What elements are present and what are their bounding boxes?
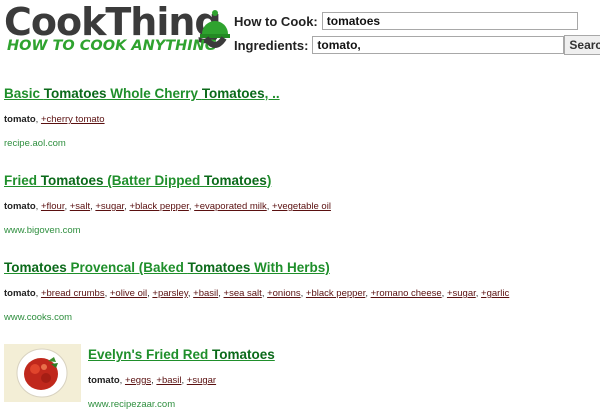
search-button[interactable]: Search bbox=[564, 35, 600, 55]
ingredient-list: tomato, +flour, +salt, +sugar, +black pe… bbox=[4, 201, 331, 212]
fried-tomato-plate-image bbox=[4, 344, 81, 402]
title-part: Basic bbox=[4, 86, 44, 101]
base-ingredient: tomato bbox=[4, 288, 36, 299]
ingredient-link[interactable]: +vegetable oil bbox=[272, 201, 331, 212]
title-keyword: Tomatoes bbox=[43, 86, 107, 101]
result-title-link[interactable]: Basic Tomatoes Whole Cherry Tomatoes, .. bbox=[4, 86, 594, 101]
result-item: Evelyn's Fried Red Tomatoes tomato, +egg… bbox=[88, 347, 600, 410]
source-domain: www.bigoven.com bbox=[4, 225, 81, 236]
ingredient-link[interactable]: +sugar bbox=[95, 201, 124, 212]
title-part: Fried bbox=[4, 173, 41, 188]
ingredient-link[interactable]: +basil bbox=[156, 375, 181, 386]
base-ingredient: tomato bbox=[4, 114, 36, 125]
ingredient-link[interactable]: +black pepper bbox=[306, 288, 365, 299]
ingredients-row: Ingredients: Search bbox=[234, 35, 600, 55]
base-ingredient: tomato bbox=[4, 201, 36, 212]
ingredient-link[interactable]: +sugar bbox=[447, 288, 476, 299]
ingredient-list: tomato, +eggs, +basil, +sugar bbox=[88, 375, 217, 386]
title-keyword: Tomatoes bbox=[204, 173, 267, 188]
ingredient-link[interactable]: +sugar bbox=[187, 375, 216, 386]
header: CookThing HOW TO COOK ANYTHING How to Co… bbox=[0, 0, 600, 60]
ingredient-link[interactable]: +cherry tomato bbox=[41, 114, 105, 125]
ingredient-link[interactable]: +evaporated milk bbox=[194, 201, 267, 212]
result-item: Fried Tomatoes (Batter Dipped Tomatoes) … bbox=[4, 173, 594, 236]
title-part: With Herbs) bbox=[250, 260, 330, 275]
ingredient-link[interactable]: +black pepper bbox=[129, 201, 188, 212]
ingredient-link[interactable]: +parsley bbox=[152, 288, 187, 299]
ingredient-link[interactable]: +bread crumbs bbox=[41, 288, 105, 299]
ingredient-link[interactable]: +eggs bbox=[125, 375, 151, 386]
title-part: Provencal (Baked bbox=[66, 260, 188, 275]
cloche-icon bbox=[200, 10, 230, 48]
title-part: ) bbox=[266, 173, 272, 188]
title-keyword: Tomatoes bbox=[212, 347, 275, 362]
title-keyword: Tomatoes bbox=[201, 86, 265, 101]
result-item: Tomatoes Provencal (Baked Tomatoes With … bbox=[4, 260, 594, 323]
how-to-cook-input[interactable] bbox=[321, 12, 578, 30]
ingredient-link[interactable]: +olive oil bbox=[110, 288, 147, 299]
ingredient-link[interactable]: +sea salt bbox=[224, 288, 262, 299]
result-title-link[interactable]: Tomatoes Provencal (Baked Tomatoes With … bbox=[4, 260, 594, 275]
ingredient-link[interactable]: +basil bbox=[193, 288, 218, 299]
ingredient-list: tomato, +bread crumbs, +olive oil, +pars… bbox=[4, 288, 510, 299]
how-to-cook-label: How to Cook: bbox=[234, 13, 318, 29]
ingredients-input[interactable] bbox=[312, 36, 565, 54]
title-part: Evelyn's Fried Red bbox=[88, 347, 213, 362]
ingredient-link[interactable]: +garlic bbox=[481, 288, 509, 299]
logo-tagline: HOW TO COOK ANYTHING bbox=[7, 38, 217, 54]
ingredients-label: Ingredients: bbox=[234, 37, 309, 53]
source-domain: www.cooks.com bbox=[4, 312, 73, 323]
source-domain: www.recipezaar.com bbox=[88, 399, 176, 410]
result-title-link[interactable]: Fried Tomatoes (Batter Dipped Tomatoes) bbox=[4, 173, 594, 188]
title-keyword: Tomatoes bbox=[4, 260, 67, 275]
ingredient-link[interactable]: +romano cheese bbox=[371, 288, 442, 299]
ingredient-list: tomato, +cherry tomato bbox=[4, 114, 105, 125]
title-keyword: Tomatoes bbox=[187, 260, 251, 275]
recipe-thumbnail[interactable] bbox=[4, 344, 81, 402]
source-domain: recipe.aol.com bbox=[4, 138, 66, 149]
logo[interactable]: CookThing HOW TO COOK ANYTHING bbox=[4, 2, 230, 58]
ingredient-link[interactable]: +onions bbox=[267, 288, 301, 299]
ingredient-link[interactable]: +flour bbox=[41, 201, 65, 212]
result-title-link[interactable]: Evelyn's Fried Red Tomatoes bbox=[88, 347, 600, 362]
title-keyword: Tomatoes bbox=[40, 173, 104, 188]
title-part: (Batter Dipped bbox=[103, 173, 205, 188]
logo-wordmark: CookThing bbox=[4, 0, 222, 44]
ingredient-link[interactable]: +salt bbox=[70, 201, 90, 212]
result-item: Basic Tomatoes Whole Cherry Tomatoes, ..… bbox=[4, 86, 594, 149]
title-part: Whole Cherry bbox=[106, 86, 202, 101]
how-to-cook-row: How to Cook: bbox=[234, 12, 578, 30]
title-part: , .. bbox=[264, 86, 280, 101]
base-ingredient: tomato bbox=[88, 375, 120, 386]
